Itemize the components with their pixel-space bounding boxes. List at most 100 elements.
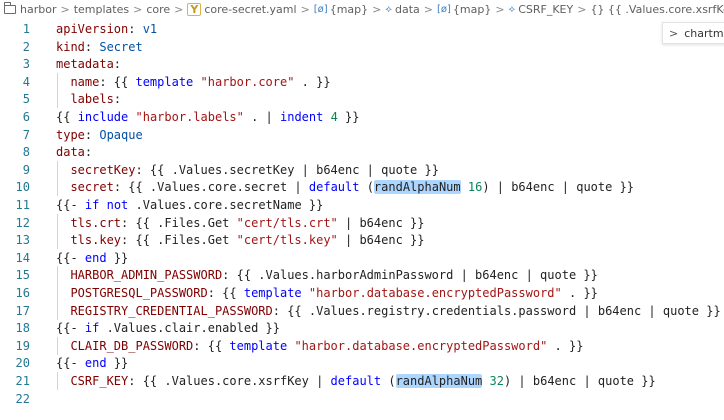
line-number: 17 <box>15 303 30 318</box>
line-number: 1 <box>22 22 30 36</box>
peek-label: chartmus <box>684 26 724 40</box>
breadcrumb-label: harbor <box>20 2 57 16</box>
code-line[interactable]: 17 REGISTRY_CREDENTIAL_PASSWORD: {{ .Val… <box>0 301 724 320</box>
code-line[interactable]: 3 metadata: <box>0 55 724 73</box>
line-number: 13 <box>15 233 30 248</box>
line-number: 5 <box>22 92 30 107</box>
code-line[interactable]: 14 {{- end }} <box>0 249 724 267</box>
breadcrumb-item[interactable]: core <box>146 3 170 16</box>
breadcrumb-item[interactable]: [ø] {map} <box>314 3 368 16</box>
code-text: type: Opaque <box>56 127 143 142</box>
line-number: 20 <box>15 356 30 371</box>
code-text: secret: {{ .Values.core.secret | default… <box>70 180 635 195</box>
code-text: {{- if not .Values.core.secretName }} <box>56 198 324 212</box>
line-number: 8 <box>22 145 30 160</box>
chevron-right-icon: > <box>300 2 310 16</box>
code-text: {{- if .Values.clair.enabled }} <box>56 321 280 336</box>
line-number: 19 <box>15 338 30 353</box>
line-number: 16 <box>15 286 30 300</box>
chevron-right-icon: > <box>495 2 505 16</box>
breadcrumb-label: {map} <box>329 2 369 16</box>
code-line[interactable]: 1 apiVersion: v1 <box>0 20 724 38</box>
code-text: CSRF_KEY: {{ .Values.core.xsrfKey | defa… <box>70 374 656 388</box>
code-text: tls.crt: {{ .Files.Get "cert/tls.crt" | … <box>70 215 425 230</box>
sticky-scroll-peek[interactable]: > chartmus <box>662 22 724 44</box>
yaml-file-icon: Y <box>187 2 202 16</box>
code-line[interactable]: 16 POSTGRESQL_PASSWORD: {{ template "har… <box>0 284 724 302</box>
line-number: 12 <box>15 215 30 230</box>
breadcrumb-item[interactable]: ⟡ CSRF_KEY <box>509 3 574 16</box>
map-symbol-icon: [ø] <box>436 3 451 15</box>
line-number: 9 <box>22 162 30 177</box>
breadcrumb: harbor > templates > core > Ycore-secret.yaml >… <box>0 0 724 18</box>
chevron-right-icon: > <box>174 2 184 16</box>
code-line[interactable]: 6 {{ include "harbor.labels" . | indent 4… <box>0 108 724 126</box>
breadcrumb-label: core-secret.yaml <box>204 2 297 16</box>
code-line[interactable]: 7 type: Opaque <box>0 126 724 144</box>
code-text: {{ include "harbor.labels" . | indent 4 … <box>56 110 360 124</box>
code-line[interactable]: 21 CSRF_KEY: {{ .Values.core.xsrfKey | d… <box>0 372 724 390</box>
code-text: metadata: <box>56 57 122 72</box>
code-editor[interactable]: 1 apiVersion: v1 2 kind: Secret 3 metadata: 4 … <box>0 18 724 420</box>
breadcrumb-label: {map} <box>452 2 492 16</box>
line-number: 10 <box>15 180 30 195</box>
breadcrumb-label: templates <box>73 2 130 16</box>
chevron-right-icon: > <box>133 2 143 16</box>
key-symbol-icon: ⟡ <box>385 3 392 15</box>
key-symbol-icon: ⟡ <box>508 3 516 15</box>
code-line[interactable]: 19 CLAIR_DB_PASSWORD: {{ template "harbo… <box>0 336 724 355</box>
line-number: 2 <box>22 39 30 54</box>
code-text: kind: Secret <box>56 39 143 54</box>
code-text: tls.key: {{ .Files.Get "cert/tls.key" | … <box>70 233 425 248</box>
code-line[interactable]: 13 tls.key: {{ .Files.Get "cert/tls.key"… <box>0 231 724 250</box>
chevron-right-icon: > <box>669 26 679 40</box>
code-text: apiVersion: v1 <box>56 22 158 36</box>
code-line[interactable]: 4 name: {{ template "harbor.core" . }} <box>0 72 724 91</box>
code-text: {{- end }} <box>56 250 129 265</box>
breadcrumb-label: core <box>146 2 171 16</box>
line-number: 7 <box>22 127 30 142</box>
code-text: secretKey: {{ .Values.secretKey | b64enc… <box>70 162 439 177</box>
code-line[interactable]: 11 {{- if not .Values.core.secretName }} <box>0 196 724 214</box>
code-text: name: {{ template "harbor.core" . }} <box>70 74 331 89</box>
map-symbol-icon: [ø] <box>313 3 328 15</box>
chevron-right-icon: > <box>423 2 433 16</box>
code-line[interactable]: 18 {{- if .Values.clair.enabled }} <box>0 319 724 337</box>
folder-icon <box>4 1 16 14</box>
code-text: POSTGRESQL_PASSWORD: {{ template "harbor… <box>70 286 598 300</box>
breadcrumb-label: CSRF_KEY <box>518 2 574 16</box>
code-line[interactable]: 12 tls.crt: {{ .Files.Get "cert/tls.crt"… <box>0 213 724 232</box>
code-text: REGISTRY_CREDENTIAL_PASSWORD: {{ .Values… <box>70 303 721 318</box>
breadcrumb-item[interactable]: templates <box>74 3 129 16</box>
breadcrumb-item[interactable]: Ycore-secret.yaml <box>187 2 297 16</box>
code-line[interactable]: 20 {{- end }} <box>0 354 724 372</box>
line-number: 4 <box>22 74 30 89</box>
breadcrumb-label: data <box>394 2 420 16</box>
line-number: 22 <box>15 391 30 406</box>
line-number: 14 <box>15 250 30 265</box>
code-text: {{- end }} <box>56 356 129 371</box>
code-line[interactable]: 2 kind: Secret <box>0 38 724 56</box>
code-line[interactable]: 15 HARBOR_ADMIN_PASSWORD: {{ .Values.har… <box>0 266 724 285</box>
breadcrumb-item[interactable]: harbor <box>4 1 57 16</box>
breadcrumb-item[interactable]: ⟡ data <box>385 3 419 16</box>
breadcrumb-label: {} {{ .Values.core.xsrfKey <box>590 2 724 16</box>
code-line[interactable]: 8 data: <box>0 143 724 161</box>
breadcrumb-item[interactable]: [ø] {map} <box>437 3 491 16</box>
code-text: CLAIR_DB_PASSWORD: {{ template "harbor.d… <box>70 338 584 353</box>
line-number: 18 <box>15 321 30 336</box>
chevron-right-icon: > <box>372 2 382 16</box>
chevron-right-icon: > <box>577 2 587 16</box>
code-line[interactable]: 5 labels: <box>0 90 724 109</box>
chevron-right-icon: > <box>60 2 70 16</box>
code-text: HARBOR_ADMIN_PASSWORD: {{ .Values.harbor… <box>70 268 598 283</box>
code-line[interactable]: 10 secret: {{ .Values.core.secret | defa… <box>0 178 724 197</box>
code-line[interactable]: 9 secretKey: {{ .Values.secretKey | b64e… <box>0 160 724 179</box>
line-number: 21 <box>15 374 30 388</box>
breadcrumb-item[interactable]: {} {{ .Values.core.xsrfKey <box>590 3 724 16</box>
code-text: labels: <box>70 92 122 107</box>
line-number: 3 <box>22 57 30 72</box>
line-number: 6 <box>22 110 30 124</box>
line-number: 15 <box>15 268 30 283</box>
code-line[interactable]: 22 <box>0 390 724 408</box>
